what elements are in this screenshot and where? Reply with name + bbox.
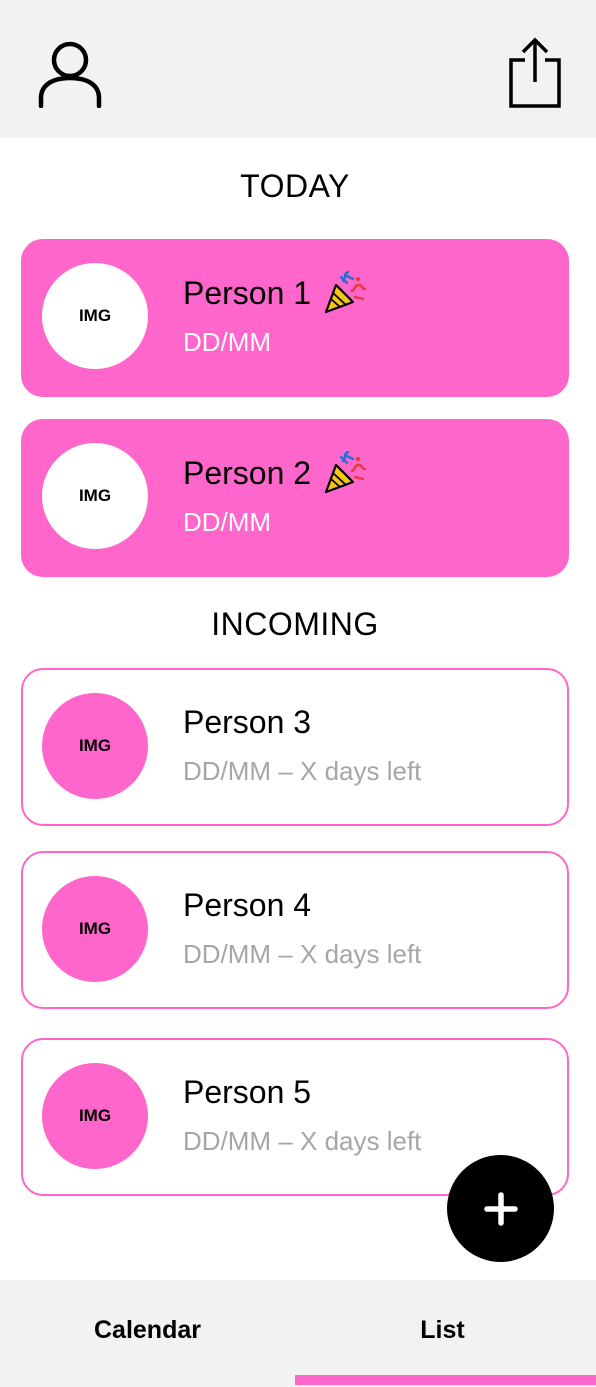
avatar: IMG: [42, 1063, 148, 1169]
person-name-row: Person 1: [183, 271, 367, 315]
profile-button[interactable]: [34, 36, 106, 112]
person-name-row: Person 3: [183, 704, 311, 741]
incoming-card[interactable]: IMG Person 4 DD/MM – X days left: [21, 851, 569, 1009]
person-name: Person 3: [183, 704, 312, 740]
birthday-countdown: DD/MM – X days left: [183, 756, 422, 786]
person-name-row: Person 4: [183, 887, 311, 924]
top-bar: [0, 0, 596, 138]
birthday-date: DD/MM: [183, 507, 272, 537]
person-name: Person 5: [183, 1074, 312, 1110]
today-card[interactable]: IMG Person 2 DD/MM: [21, 419, 569, 577]
person-name: Person 2: [183, 454, 312, 491]
tab-calendar[interactable]: Calendar: [0, 1280, 295, 1380]
person-name: Person 1: [183, 274, 312, 311]
birthday-countdown: DD/MM – X days left: [183, 1126, 422, 1156]
avatar: IMG: [42, 443, 148, 549]
party-popper-icon: [323, 271, 367, 315]
user-icon: [38, 41, 102, 108]
party-popper-icon: [323, 451, 367, 495]
bottom-tab-bar: Calendar List: [0, 1280, 596, 1387]
person-name-row: Person 5: [183, 1074, 311, 1111]
person-name-row: Person 2: [183, 451, 367, 495]
share-icon: [509, 37, 561, 108]
add-birthday-button[interactable]: [447, 1155, 554, 1262]
avatar: IMG: [42, 876, 148, 982]
plus-icon: [483, 1191, 518, 1226]
birthday-date: DD/MM: [183, 327, 272, 357]
person-name: Person 4: [183, 887, 312, 923]
birthday-countdown: DD/MM – X days left: [183, 939, 422, 969]
avatar: IMG: [42, 263, 148, 369]
avatar: IMG: [42, 693, 148, 799]
today-section-title: TODAY: [240, 168, 350, 204]
incoming-card[interactable]: IMG Person 3 DD/MM – X days left: [21, 668, 569, 826]
incoming-section-title: INCOMING: [211, 606, 379, 642]
today-card[interactable]: IMG Person 1 DD/MM: [21, 239, 569, 397]
tab-list[interactable]: List: [295, 1280, 590, 1380]
active-tab-indicator: [295, 1375, 596, 1385]
share-button[interactable]: [503, 34, 567, 110]
